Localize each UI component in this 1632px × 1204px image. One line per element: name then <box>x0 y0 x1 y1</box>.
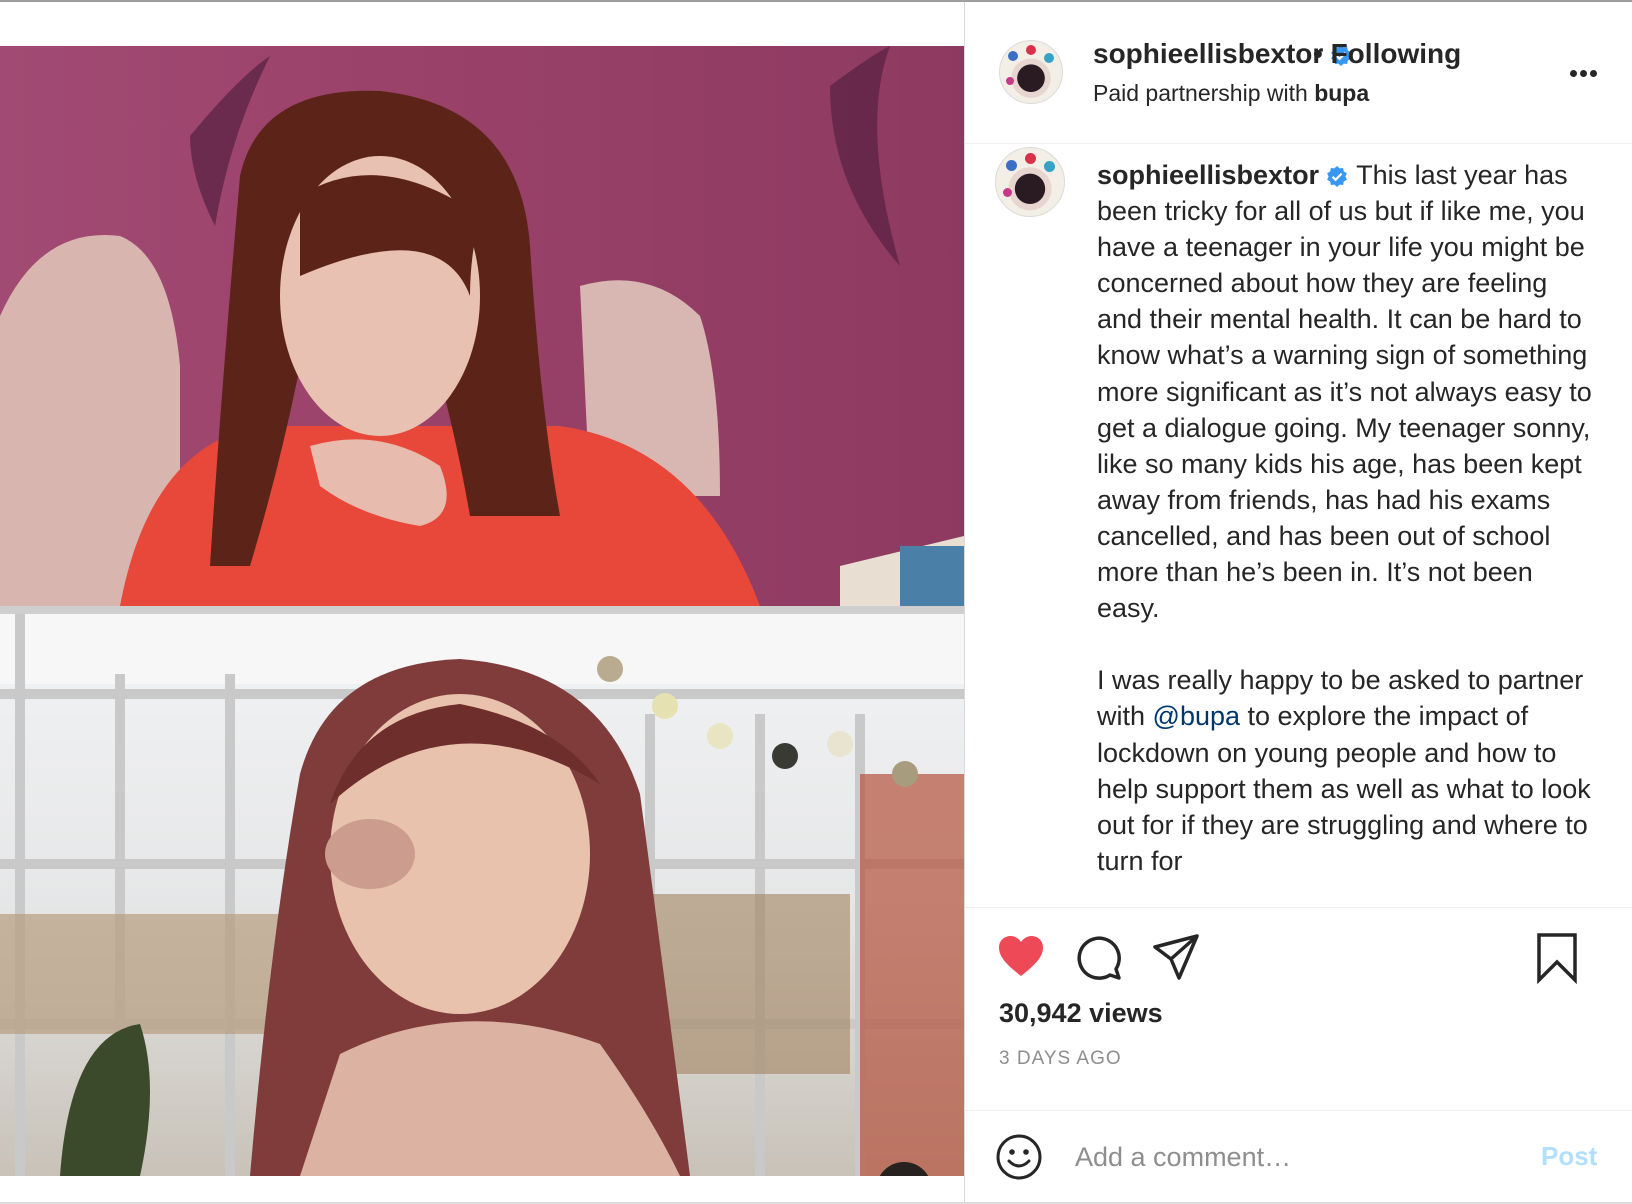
caption-username-text[interactable]: sophieellisbextor <box>1097 160 1319 190</box>
paid-partnership-prefix: Paid partnership with <box>1093 80 1315 106</box>
caption-avatar[interactable] <box>995 147 1065 217</box>
author-avatar[interactable] <box>999 40 1063 104</box>
caption-username[interactable]: sophieellisbextor <box>1097 160 1349 190</box>
partner-link[interactable]: bupa <box>1314 80 1369 106</box>
comment-bar: Post <box>965 1110 1632 1202</box>
post-header: sophieellisbextor • Following Paid partn… <box>965 2 1632 144</box>
post-comment-button[interactable]: Post <box>1541 1141 1597 1172</box>
post-sidebar: sophieellisbextor • Following Paid partn… <box>964 2 1632 1202</box>
video-divider <box>0 606 964 614</box>
author-username-text[interactable]: sophieellisbextor <box>1093 38 1323 69</box>
bookmark-icon[interactable] <box>1535 932 1579 984</box>
emoji-icon[interactable] <box>995 1133 1043 1181</box>
video-bottom-scene <box>0 614 964 1176</box>
post-actions: 30,942 views 3 DAYS AGO <box>965 908 1632 1138</box>
paid-partnership-label: Paid partnership with bupa <box>1093 80 1369 107</box>
share-icon[interactable] <box>1151 932 1201 982</box>
mention-link-bupa[interactable]: @bupa <box>1153 701 1240 731</box>
video-top-frame <box>0 46 964 606</box>
caption-body-part1: This last year has been tricky for all o… <box>1097 160 1592 732</box>
verified-icon <box>1327 165 1347 187</box>
following-button[interactable]: • Following <box>1313 38 1461 70</box>
comment-icon[interactable] <box>1075 934 1123 982</box>
caption-text: sophieellisbextor This last year has bee… <box>1097 157 1597 879</box>
post-timestamp[interactable]: 3 DAYS AGO <box>999 1048 1122 1070</box>
video-top-scene <box>0 46 964 606</box>
view-count[interactable]: 30,942 views <box>999 998 1163 1029</box>
caption-scroll-area[interactable]: sophieellisbextor This last year has bee… <box>965 145 1632 908</box>
more-options-icon[interactable] <box>1570 64 1604 77</box>
heart-icon[interactable] <box>997 934 1045 978</box>
video-bottom-frame <box>0 614 964 1176</box>
comment-input[interactable] <box>1075 1137 1505 1177</box>
post-video[interactable] <box>0 46 964 1176</box>
